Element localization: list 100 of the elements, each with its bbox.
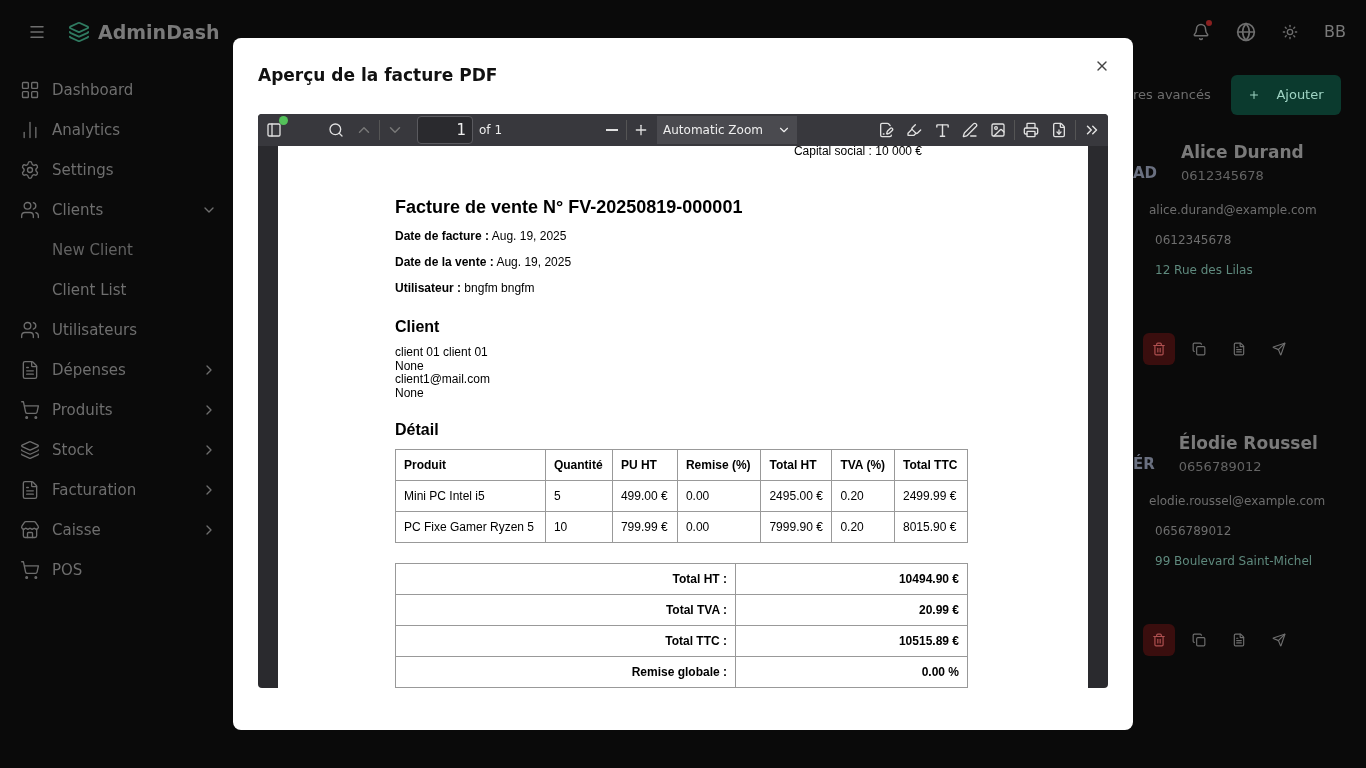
column-header: Quantité: [545, 449, 613, 481]
delete-button[interactable]: [1143, 333, 1175, 365]
company-capital: Capital social : 10 000 €: [793, 146, 922, 160]
column-header: Total HT: [760, 449, 832, 481]
column-header: Total TTC: [894, 449, 968, 481]
highlighter-icon: [906, 122, 922, 138]
column-header: TVA (%): [831, 449, 895, 481]
print-icon: [1023, 122, 1039, 138]
pen-icon: [962, 122, 978, 138]
sidebar-item[interactable]: Dashboard: [0, 70, 233, 110]
minus-icon: [606, 129, 618, 131]
sun-icon[interactable]: [1282, 24, 1299, 40]
invoice-meta: Date de facture : Aug. 19, 2025: [395, 229, 568, 243]
sidebar-item[interactable]: Produits: [0, 390, 233, 430]
delete-button[interactable]: [1143, 624, 1175, 656]
sidebar-item[interactable]: Caisse: [0, 510, 233, 550]
logo-icon: [68, 21, 90, 43]
total-label: Total TTC :: [395, 625, 736, 657]
client-detail: None: [395, 359, 425, 373]
table-cell: 0.20: [831, 511, 895, 543]
copy-icon: [1192, 342, 1206, 356]
sidebar-item[interactable]: POS: [0, 550, 233, 590]
image-icon: [990, 122, 1006, 138]
menu-icon[interactable]: [28, 23, 46, 41]
add-button[interactable]: Ajouter: [1231, 75, 1341, 115]
zoom-select[interactable]: Automatic Zoom: [657, 116, 797, 144]
sidebar-panel-icon: [266, 122, 282, 138]
invoice-meta: Utilisateur : bngfm bngfm: [395, 281, 536, 295]
client-subtitle: 0656789012: [1178, 457, 1263, 476]
filters-text[interactable]: res avancés: [1133, 85, 1211, 105]
column-header: Produit: [395, 449, 546, 481]
table-cell: 7999.90 €: [760, 511, 832, 543]
bell-icon[interactable]: [1192, 23, 1211, 41]
avatar-initials: ÉR: [1133, 453, 1155, 475]
sidebar-item[interactable]: Dépenses: [0, 350, 233, 390]
document-icon: [20, 360, 40, 380]
table-cell: 10: [545, 511, 613, 543]
layers-icon: [20, 440, 40, 460]
detail-heading: Détail: [395, 420, 440, 440]
users-icon: [20, 200, 40, 220]
client-detail: client1@mail.com: [395, 373, 491, 387]
total-label: Remise globale :: [395, 656, 736, 688]
client-address: 12 Rue des Lilas: [1154, 262, 1254, 279]
brand-name: AdminDash: [98, 19, 220, 45]
client-name: Alice Durand: [1181, 141, 1304, 164]
users-icon: [20, 320, 40, 340]
column-header: Remise (%): [677, 449, 761, 481]
sidebar-subitem[interactable]: New Client: [0, 230, 233, 270]
table-cell: 799.99 €: [612, 511, 678, 543]
cart-icon: [20, 560, 40, 580]
trash-icon: [1152, 342, 1166, 356]
globe-icon[interactable]: [1236, 22, 1257, 42]
download-icon: [1051, 122, 1067, 138]
plus-icon: [633, 122, 649, 138]
table-cell: 8015.90 €: [894, 511, 968, 543]
sidebar-item[interactable]: Settings: [0, 150, 233, 190]
total-value: 20.99 €: [735, 594, 968, 626]
client-heading: Client: [395, 317, 441, 337]
client-subtitle: 0612345678: [1181, 166, 1265, 185]
total-label: Total TVA :: [395, 594, 736, 626]
client-phone: 0612345678: [1154, 232, 1233, 249]
avatar-initials: AD: [1133, 163, 1158, 184]
total-label: Total HT :: [395, 563, 736, 595]
total-value: 0.00 %: [735, 656, 968, 688]
table-cell: 2495.00 €: [760, 480, 832, 512]
table-cell: 0.00: [677, 480, 761, 512]
document-icon: [20, 480, 40, 500]
text-icon: [933, 121, 951, 139]
table-cell: Mini PC Intel i5: [395, 480, 546, 512]
plus-icon: [1248, 89, 1261, 101]
trash-icon: [1152, 633, 1166, 647]
user-avatar[interactable]: BB: [1324, 20, 1346, 44]
settings-icon: [20, 160, 40, 180]
page-count: of 1: [479, 122, 502, 139]
copy-icon: [1192, 633, 1206, 647]
total-value: 10494.90 €: [735, 563, 968, 595]
send-icon: [1272, 342, 1286, 356]
total-value: 10515.89 €: [735, 625, 968, 657]
sidebar-item[interactable]: Analytics: [0, 110, 233, 150]
client-detail: None: [395, 386, 425, 400]
table-cell: 499.00 €: [612, 480, 678, 512]
client-phone: 0656789012: [1154, 523, 1233, 540]
table-cell: PC Fixe Gamer Ryzen 5: [395, 511, 546, 543]
sidebar-item[interactable]: Facturation: [0, 470, 233, 510]
invoice-title: Facture de vente N° FV-20250819-000001: [395, 196, 744, 218]
cart-icon: [20, 400, 40, 420]
sidebar-item[interactable]: Stock: [0, 430, 233, 470]
client-name: Élodie Roussel: [1178, 431, 1318, 455]
column-header: PU HT: [612, 449, 678, 481]
client-detail: client 01 client 01: [395, 346, 489, 360]
grid-icon: [20, 80, 40, 100]
invoice-meta: Date de la vente : Aug. 19, 2025: [395, 255, 573, 269]
sidebar-item[interactable]: Utilisateurs: [0, 310, 233, 350]
page-number-field[interactable]: 1: [417, 116, 473, 144]
client-address: 99 Boulevard Saint-Michel: [1154, 553, 1314, 570]
sidebar-subitem[interactable]: Client List: [0, 270, 233, 310]
sidebar-item[interactable]: Clients: [0, 190, 233, 230]
document-icon: [1232, 342, 1246, 356]
table-cell: 5: [545, 480, 613, 512]
signature-icon: [878, 122, 894, 138]
